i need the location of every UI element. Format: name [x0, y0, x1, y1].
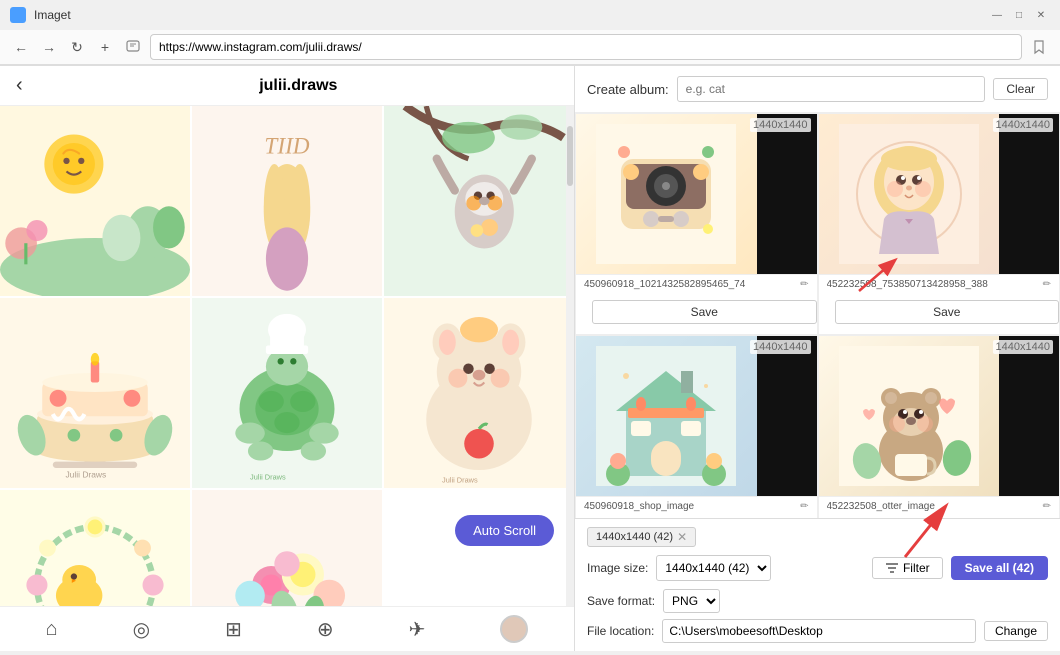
- save-button-1[interactable]: Save: [592, 300, 817, 324]
- grid-item[interactable]: julii.draws: [0, 490, 190, 606]
- refresh-button[interactable]: ↻: [66, 36, 88, 58]
- album-label: Create album:: [587, 82, 669, 97]
- edit-icon-4[interactable]: ✏: [1043, 501, 1051, 512]
- app-title: Imaget: [34, 8, 980, 22]
- reels-icon[interactable]: ⊞: [225, 617, 242, 642]
- image-filename-1: 450960918_1021432582895465_74: [584, 279, 796, 290]
- window-controls: — □ ✕: [988, 6, 1050, 24]
- size-tag: 1440x1440 (42) ✕: [587, 527, 696, 547]
- scroll-track[interactable]: [566, 106, 574, 606]
- image-black-bar-1: [757, 114, 817, 274]
- image-filename-3: 450960918_shop_image: [584, 501, 796, 512]
- image-black-bar-2: [999, 114, 1059, 274]
- svg-text:Julii Draws: Julii Draws: [65, 469, 106, 479]
- create-icon[interactable]: ⊕: [317, 617, 334, 642]
- image-black-bar-3: [757, 336, 817, 496]
- file-location-label: File location:: [587, 624, 654, 638]
- grid-item[interactable]: [192, 490, 382, 606]
- image-preview-3[interactable]: [576, 336, 757, 496]
- grid-item[interactable]: Julii Draws: [192, 298, 382, 488]
- image-filename-4: 452232508_otter_image: [827, 501, 1039, 512]
- home-icon[interactable]: ⌂: [46, 618, 58, 641]
- instagram-header: ‹ julii.draws: [0, 66, 574, 106]
- edit-icon-3[interactable]: ✏: [800, 501, 808, 512]
- filter-label: Filter: [903, 561, 930, 575]
- edit-icon-1[interactable]: ✏: [800, 279, 808, 290]
- instagram-panel: ‹ julii.draws: [0, 66, 575, 651]
- format-select[interactable]: PNG: [663, 589, 720, 613]
- imaget-panel: Create album: Clear: [575, 66, 1060, 651]
- album-bar: Create album: Clear: [575, 66, 1060, 113]
- new-tab-button[interactable]: +: [94, 36, 116, 58]
- image-card-footer-4: 452232508_otter_image ✏: [819, 496, 1060, 516]
- image-card-footer-3: 450960918_shop_image ✏: [576, 496, 817, 516]
- image-black-bar-4: [999, 336, 1059, 496]
- messages-icon[interactable]: ✈: [409, 617, 426, 642]
- insta-back-button[interactable]: ‹: [16, 74, 23, 97]
- save-all-button[interactable]: Save all (42): [951, 556, 1048, 580]
- profile-name: julii.draws: [39, 77, 558, 95]
- image-card-4: 1440x1440 452232508_otter_image ✏ Save: [818, 335, 1060, 518]
- maximize-button[interactable]: □: [1010, 6, 1028, 24]
- profile-avatar[interactable]: [500, 615, 528, 643]
- file-location-input[interactable]: [662, 619, 976, 643]
- right-image-grid: 1440x1440 450960918_1021432582895465_74 …: [575, 113, 1060, 518]
- back-button[interactable]: ←: [10, 36, 32, 58]
- image-size-select[interactable]: 1440x1440 (42): [656, 555, 771, 581]
- bookmark-icon[interactable]: [1028, 36, 1050, 58]
- change-button[interactable]: Change: [984, 621, 1048, 641]
- nav-bar: ← → ↻ +: [0, 30, 1060, 65]
- grid-item[interactable]: Julii Draws: [384, 298, 574, 488]
- tag-label: 1440x1440 (42): [596, 531, 673, 543]
- svg-text:TIID: TIID: [264, 134, 309, 160]
- image-card-2: 1440x1440 452232508_753850713428958_388 …: [818, 113, 1060, 335]
- image-preview-2[interactable]: [819, 114, 1000, 274]
- forward-button[interactable]: →: [38, 36, 60, 58]
- image-size-badge-4: 1440x1440: [993, 340, 1053, 354]
- grid-item[interactable]: TIID: [192, 106, 382, 296]
- location-row: File location: Change: [587, 619, 1048, 643]
- image-size-badge-1: 1440x1440: [750, 118, 810, 132]
- close-button[interactable]: ✕: [1032, 6, 1050, 24]
- bottom-controls: 1440x1440 (42) ✕ Image size: 1440x1440 (…: [575, 518, 1060, 651]
- image-card-footer-2: 452232508_753850713428958_388 ✏: [819, 274, 1060, 294]
- bottom-nav: ⌂ ◎ ⊞ ⊕ ✈: [0, 606, 574, 651]
- image-filename-2: 452232508_753850713428958_388: [827, 279, 1039, 290]
- filter-button[interactable]: Filter: [872, 557, 943, 579]
- image-card-3: 1440x1440 450960918_shop_image ✏ Save: [575, 335, 818, 518]
- grid-item[interactable]: [0, 106, 190, 296]
- grid-item[interactable]: [384, 106, 574, 296]
- image-card-1: 1440x1440 450960918_1021432582895465_74 …: [575, 113, 818, 335]
- grid-item[interactable]: Julii Draws: [0, 298, 190, 488]
- svg-text:Julii Draws: Julii Draws: [250, 473, 286, 482]
- image-card-footer-1: 450960918_1021432582895465_74 ✏: [576, 274, 817, 294]
- controls-row: Image size: 1440x1440 (42) Filter Save a…: [587, 555, 1048, 581]
- image-size-badge-3: 1440x1440: [750, 340, 810, 354]
- app-icon: [10, 7, 26, 23]
- image-preview-1[interactable]: [576, 114, 757, 274]
- title-bar: Imaget — □ ✕: [0, 0, 1060, 30]
- edit-icon-2[interactable]: ✏: [1043, 279, 1051, 290]
- save-format-label: Save format:: [587, 594, 655, 608]
- save-button-2[interactable]: Save: [835, 300, 1060, 324]
- format-row: Save format: PNG: [587, 589, 1048, 613]
- minimize-button[interactable]: —: [988, 6, 1006, 24]
- album-input[interactable]: [677, 76, 986, 102]
- tag-remove-button[interactable]: ✕: [677, 530, 687, 544]
- image-size-badge-2: 1440x1440: [993, 118, 1053, 132]
- svg-text:Julii Draws: Julii Draws: [442, 476, 478, 485]
- clear-button[interactable]: Clear: [993, 78, 1048, 100]
- image-preview-4[interactable]: [819, 336, 1000, 496]
- tags-row: 1440x1440 (42) ✕: [587, 527, 1048, 547]
- address-bar[interactable]: [150, 34, 1022, 60]
- image-size-label: Image size:: [587, 561, 648, 575]
- address-icon: [122, 36, 144, 58]
- auto-scroll-button[interactable]: Auto Scroll: [455, 515, 554, 546]
- explore-icon[interactable]: ◎: [133, 617, 150, 642]
- scroll-thumb[interactable]: [567, 126, 573, 186]
